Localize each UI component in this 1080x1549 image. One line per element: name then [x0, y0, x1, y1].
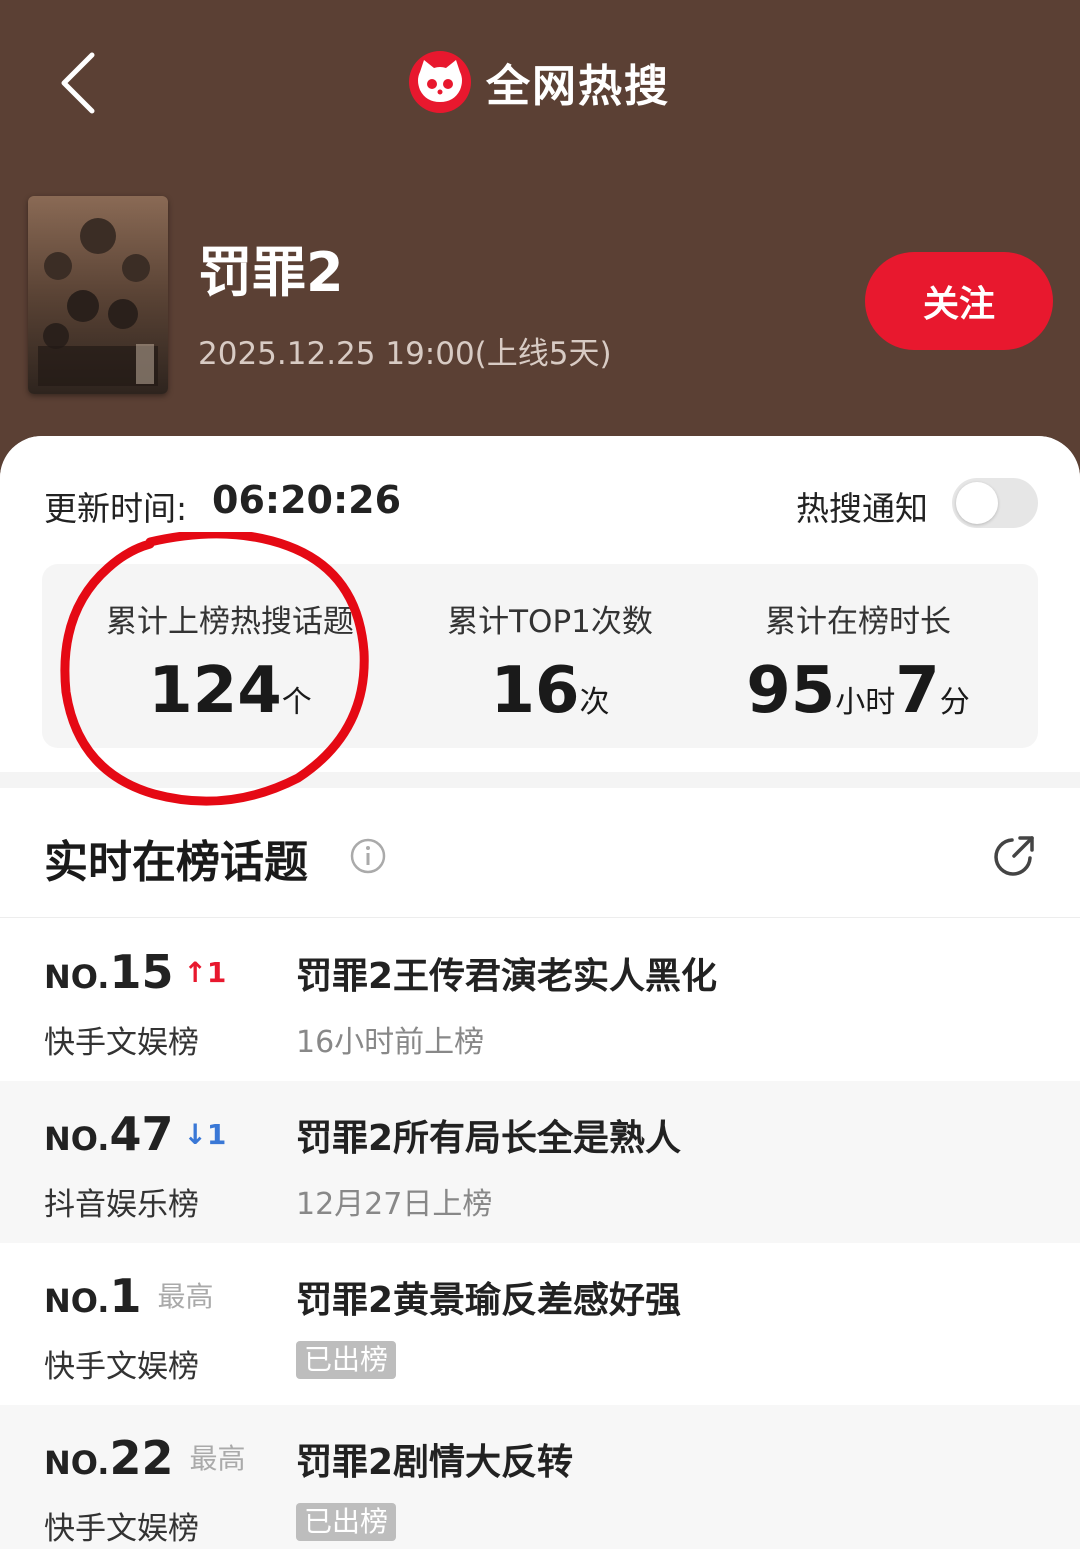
- stat-duration: 累计在榜时长 95小时7分: [702, 564, 1014, 748]
- rank-number: 22: [109, 1431, 174, 1485]
- cat-logo-icon: [409, 51, 471, 113]
- best-rank-label: 最高: [157, 1280, 214, 1313]
- page-title: 全网热搜: [486, 61, 670, 112]
- rank: NO.22 最高: [44, 1431, 245, 1485]
- chevron-left-icon: [61, 52, 95, 114]
- stat-topics: 累计上榜热搜话题 124个: [42, 564, 418, 748]
- topic-row[interactable]: NO.22 最高 快手文娱榜 罚罪2剧情大反转 已出榜: [0, 1405, 1080, 1549]
- stat-value: 16次: [382, 654, 718, 728]
- stat-value: 124个: [42, 654, 418, 728]
- rank-prefix: NO.: [44, 1120, 110, 1158]
- trend-down-indicator: ↓1: [183, 1118, 227, 1151]
- rank-number: 47: [109, 1107, 174, 1161]
- rank-number: 15: [109, 945, 174, 999]
- stat-unit: 小时: [835, 685, 896, 720]
- update-time-value: 06:20:26: [212, 478, 402, 522]
- stat-value: 95小时7分: [702, 654, 1014, 728]
- rank-prefix: NO.: [44, 1282, 110, 1320]
- board-name: 快手文娱榜: [44, 1511, 199, 1547]
- topic-title: 罚罪2所有局长全是熟人: [296, 1118, 682, 1159]
- rank-prefix: NO.: [44, 958, 110, 996]
- follow-button[interactable]: 关注: [865, 252, 1053, 350]
- stat-unit: 个: [281, 685, 312, 720]
- update-time-label: 更新时间:: [44, 489, 188, 528]
- stats-panel: 更新时间: 06:20:26 热搜通知 累计上榜热搜话题 124个 累计TOP1…: [0, 436, 1080, 772]
- off-list-badge: 已出榜: [296, 1503, 397, 1541]
- rank-prefix: NO.: [44, 1444, 110, 1482]
- brand: 全网热搜: [408, 50, 670, 114]
- topic-row[interactable]: NO.1 最高 快手文娱榜 罚罪2黄景瑜反差感好强 已出榜: [0, 1243, 1080, 1405]
- trend-up-indicator: ↑1: [183, 956, 227, 989]
- back-button[interactable]: [48, 48, 108, 118]
- stat-unit: 分: [939, 685, 970, 720]
- board-name: 快手文娱榜: [44, 1025, 199, 1061]
- share-icon[interactable]: [990, 832, 1038, 880]
- poster-image[interactable]: [28, 196, 168, 394]
- notify-label: 热搜通知: [796, 489, 928, 528]
- topic-meta: 16小时前上榜: [296, 1025, 485, 1060]
- content-card: 更新时间: 06:20:26 热搜通知 累计上榜热搜话题 124个 累计TOP1…: [0, 436, 1080, 1549]
- topic-title: 罚罪2黄景瑜反差感好强: [296, 1280, 682, 1321]
- rank: NO.47 ↓1: [44, 1107, 226, 1161]
- show-info: 罚罪2 2025.12.25 19:00(上线5天) 关注: [0, 180, 1080, 420]
- stat-unit: 次: [579, 685, 610, 720]
- notify-toggle[interactable]: [952, 478, 1038, 528]
- show-title: 罚罪2: [198, 241, 344, 304]
- section-header: 实时在榜话题: [0, 788, 1080, 918]
- section-title: 实时在榜话题: [44, 837, 308, 888]
- stat-top1: 累计TOP1次数 16次: [382, 564, 718, 748]
- off-list-badge: 已出榜: [296, 1341, 397, 1379]
- rank: NO.1 最高: [44, 1269, 213, 1323]
- stat-label: 累计上榜热搜话题: [106, 604, 354, 640]
- realtime-topics-section: 实时在榜话题 NO.15 ↑1 快手文娱榜 罚罪2王传君演老实人黑化 16小时前上…: [0, 788, 1080, 1549]
- stat-number: 124: [148, 654, 282, 728]
- topic-row[interactable]: NO.47 ↓1 抖音娱乐榜 罚罪2所有局长全是熟人 12月27日上榜: [0, 1081, 1080, 1243]
- toggle-knob: [956, 482, 998, 524]
- info-icon[interactable]: [350, 838, 386, 874]
- topic-row[interactable]: NO.15 ↑1 快手文娱榜 罚罪2王传君演老实人黑化 16小时前上榜: [0, 919, 1080, 1081]
- board-name: 抖音娱乐榜: [44, 1187, 199, 1223]
- topic-meta: 12月27日上榜: [296, 1187, 493, 1222]
- top-bar: 全网热搜: [0, 0, 1080, 160]
- rank-number: 1: [109, 1269, 142, 1323]
- stat-label: 累计在榜时长: [765, 604, 951, 640]
- stats-box: 累计上榜热搜话题 124个 累计TOP1次数 16次 累计在榜时长 95小时7分: [42, 564, 1038, 748]
- stat-number: 16: [490, 654, 580, 728]
- board-name: 快手文娱榜: [44, 1349, 199, 1385]
- best-rank-label: 最高: [189, 1442, 246, 1475]
- rank: NO.15 ↑1: [44, 945, 226, 999]
- show-date: 2025.12.25 19:00(上线5天): [198, 336, 612, 372]
- topic-title: 罚罪2王传君演老实人黑化: [296, 956, 718, 997]
- topic-title: 罚罪2剧情大反转: [296, 1442, 574, 1483]
- stat-label: 累计TOP1次数: [447, 604, 653, 640]
- stat-number: 95: [746, 654, 836, 728]
- stat-number: 7: [895, 654, 940, 728]
